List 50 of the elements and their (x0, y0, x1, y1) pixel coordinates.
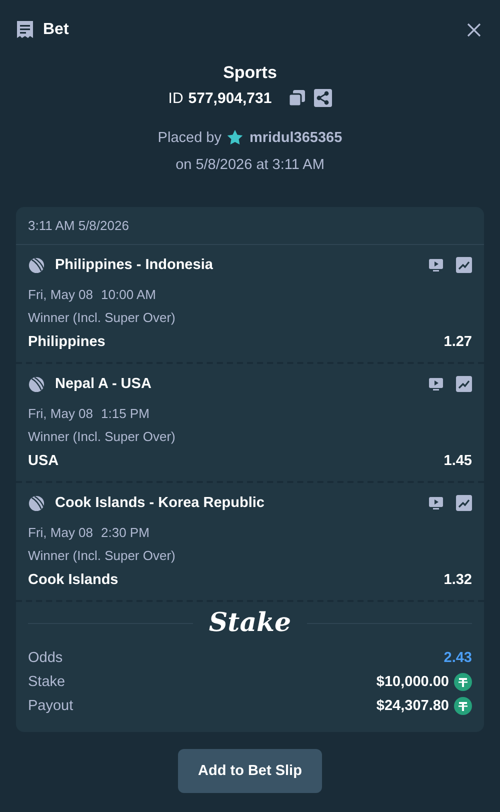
stats-chart-icon[interactable] (456, 257, 472, 273)
bet-id: 577,904,731 (188, 90, 272, 106)
placed-date: on 5/8/2026 at 3:11 AM (176, 157, 324, 173)
selection-name: Philippines (28, 334, 106, 350)
copy-icon[interactable] (288, 89, 306, 107)
match-time: 1:15 PM (101, 406, 150, 421)
stats-chart-icon[interactable] (456, 495, 472, 511)
match-name[interactable]: Cook Islands - Korea Republic (55, 495, 416, 511)
selection-odds: 1.27 (444, 334, 472, 350)
selection-odds: 1.45 (444, 453, 472, 469)
close-icon[interactable] (467, 23, 481, 37)
total-value: $24,307.80 (376, 698, 449, 714)
match-date: Fri, May 08 (28, 525, 94, 540)
total-label: Odds (28, 650, 64, 666)
match-date: Fri, May 08 (28, 406, 94, 421)
vip-star-icon (226, 129, 244, 147)
tether-coin-icon (454, 673, 472, 691)
add-to-bet-slip-button[interactable]: Add to Bet Slip (178, 749, 322, 793)
match-date: Fri, May 08 (28, 287, 94, 302)
market-name: Winner (Incl. Super Over) (28, 429, 176, 444)
bet-timestamp: 3:11 AM 5/8/2026 (16, 207, 484, 245)
total-value: $10,000.00 (376, 674, 449, 690)
receipt-icon (16, 20, 34, 40)
tv-icon[interactable] (428, 376, 444, 392)
selection-odds: 1.32 (444, 572, 472, 588)
cricket-ball-icon (28, 376, 45, 392)
match-name[interactable]: Philippines - Indonesia (55, 257, 416, 273)
total-label: Payout (28, 698, 74, 714)
username-link[interactable]: mridul365365 (249, 130, 342, 146)
stats-chart-icon[interactable] (456, 376, 472, 392)
selection-name: USA (28, 453, 59, 469)
dialog-title: Bet (43, 21, 70, 39)
brand-logo: Stake (208, 607, 292, 640)
tv-icon[interactable] (428, 257, 444, 273)
id-label: ID (168, 90, 184, 106)
market-name: Winner (Incl. Super Over) (28, 310, 176, 325)
cricket-ball-icon (28, 256, 45, 274)
placed-by-label: Placed by (158, 130, 222, 146)
market-name: Winner (Incl. Super Over) (28, 548, 176, 563)
share-icon[interactable] (314, 89, 332, 107)
match-time: 2:30 PM (101, 525, 150, 540)
match-time: 10:00 AM (101, 287, 156, 302)
total-label: Stake (28, 674, 66, 690)
match-name[interactable]: Nepal A - USA (55, 376, 416, 392)
tv-icon[interactable] (428, 495, 444, 511)
tether-coin-icon (454, 697, 472, 715)
bet-category: Sports (223, 63, 277, 83)
total-value: 2.43 (444, 650, 472, 666)
selection-name: Cook Islands (28, 572, 118, 588)
cricket-ball-icon (28, 494, 45, 512)
